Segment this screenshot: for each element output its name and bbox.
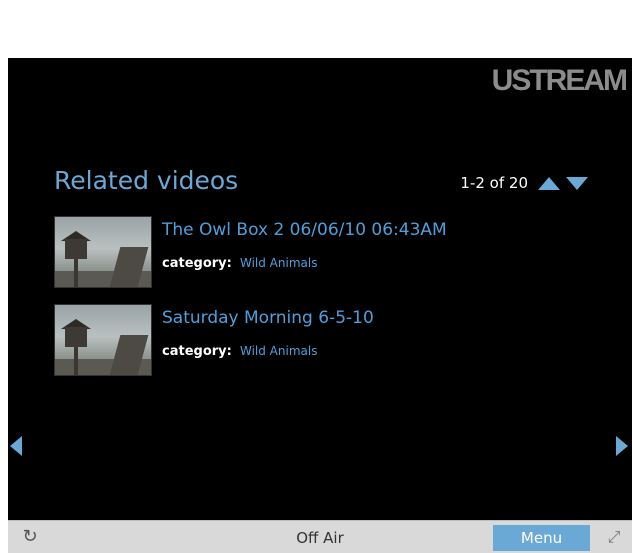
- arrow-left-icon[interactable]: [10, 436, 22, 456]
- control-bar: ↻ Off Air Menu ⤢: [8, 520, 632, 553]
- related-video-list: The Owl Box 2 06/06/10 06:43AM category:…: [54, 214, 594, 390]
- list-item[interactable]: Saturday Morning 6-5-10 category: Wild A…: [54, 302, 594, 390]
- list-item[interactable]: The Owl Box 2 06/06/10 06:43AM category:…: [54, 214, 594, 302]
- video-thumbnail[interactable]: [54, 216, 152, 288]
- triangle-down-icon[interactable]: [566, 176, 588, 190]
- menu-button[interactable]: Menu: [493, 525, 590, 551]
- related-videos-title: Related videos: [54, 166, 239, 195]
- pager: 1-2 of 20: [460, 174, 588, 192]
- video-title-link[interactable]: The Owl Box 2 06/06/10 06:43AM: [162, 220, 447, 240]
- ustream-logo: USTREAM: [491, 64, 628, 97]
- fullscreen-icon[interactable]: ⤢: [604, 527, 624, 547]
- triangle-up-icon[interactable]: [538, 176, 560, 190]
- pager-count: 1-2 of 20: [460, 174, 528, 192]
- category-link[interactable]: Wild Animals: [240, 344, 317, 358]
- video-thumbnail[interactable]: [54, 304, 152, 376]
- arrow-right-icon[interactable]: [616, 436, 628, 456]
- category-label: category:: [162, 344, 232, 359]
- category-label: category:: [162, 256, 232, 271]
- video-title-link[interactable]: Saturday Morning 6-5-10: [162, 308, 374, 328]
- video-player: USTREAM Related videos 1-2 of 20 The Owl…: [8, 58, 632, 520]
- category-link[interactable]: Wild Animals: [240, 256, 317, 270]
